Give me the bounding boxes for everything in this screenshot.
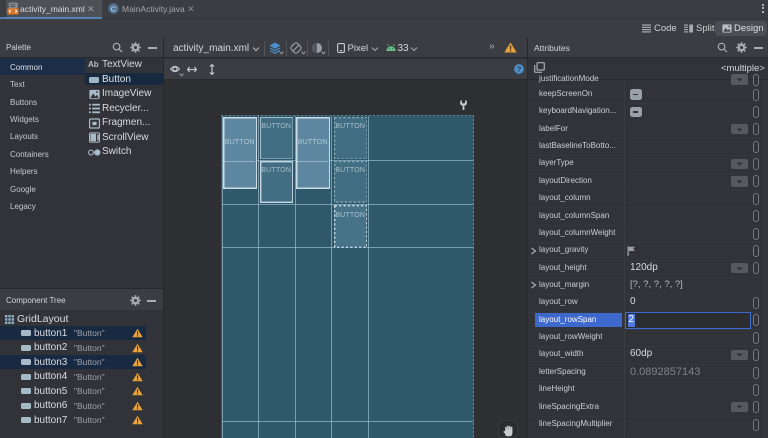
svg-text:?: ? (517, 65, 522, 74)
svg-text:C: C (111, 4, 117, 13)
